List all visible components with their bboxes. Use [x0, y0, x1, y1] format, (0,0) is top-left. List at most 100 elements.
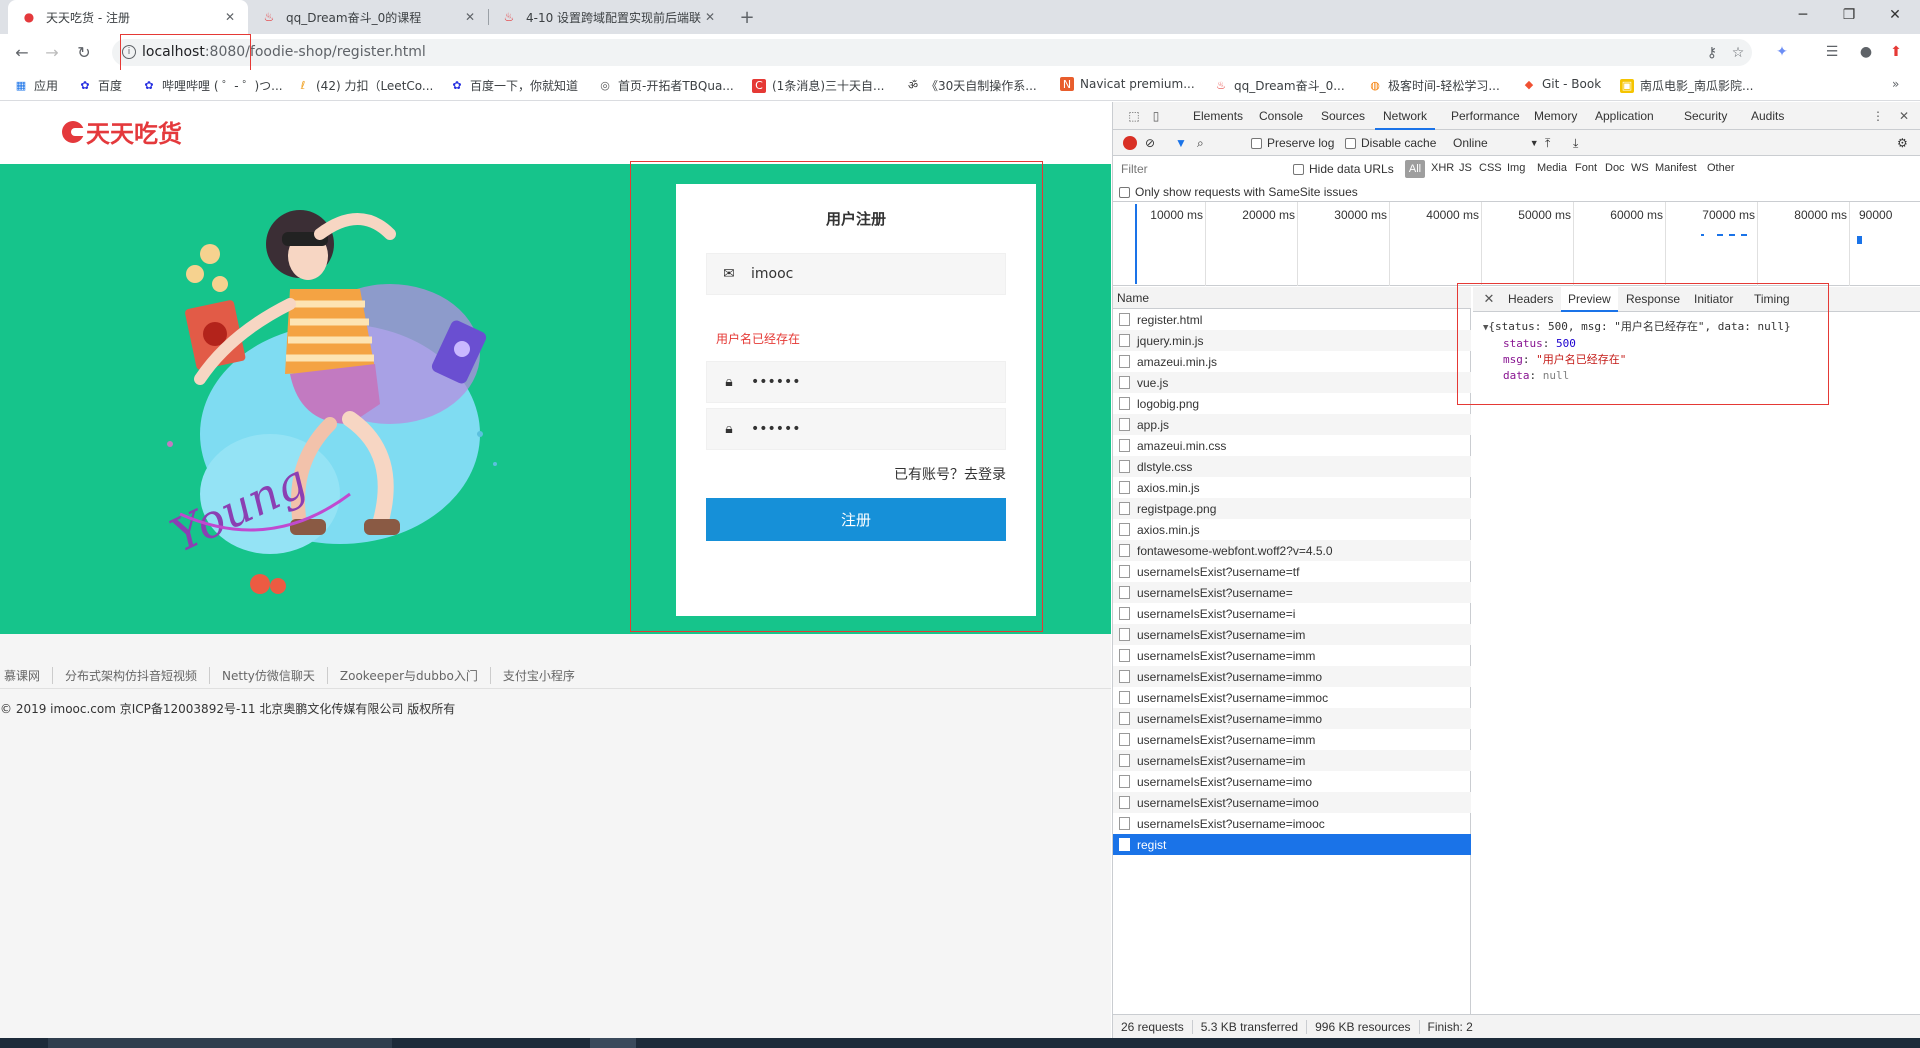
tab-network[interactable]: Network [1375, 102, 1436, 130]
filter-ws[interactable]: WS [1631, 162, 1649, 174]
tab-application[interactable]: Application [1587, 102, 1662, 130]
request-row[interactable]: usernameIsExist?username=immo [1113, 708, 1471, 729]
filter-img[interactable]: Img [1507, 162, 1525, 174]
tab-course[interactable]: ♨ qq_Dream奋斗_0的课程 ✕ [248, 0, 488, 34]
filter-media[interactable]: Media [1537, 162, 1567, 174]
checkbox-box[interactable] [1251, 137, 1262, 149]
window-close-icon[interactable]: ✕ [1872, 0, 1918, 30]
filter-doc[interactable]: Doc [1605, 162, 1625, 174]
reload-icon[interactable]: ↻ [72, 40, 96, 64]
footer-link[interactable]: 分布式架构仿抖音短视频 [53, 666, 211, 684]
request-row[interactable]: usernameIsExist?username=im [1113, 750, 1471, 771]
filter-other[interactable]: Other [1707, 162, 1735, 174]
filter-xhr[interactable]: XHR [1431, 162, 1454, 174]
close-icon[interactable]: ✕ [222, 9, 238, 25]
bookmark-git[interactable]: ◆ Git - Book [1522, 77, 1601, 91]
request-row[interactable]: usernameIsExist?username=imm [1113, 729, 1471, 750]
username-field[interactable]: ✉ imooc [706, 253, 1006, 295]
inspect-icon[interactable]: ⬚ [1125, 107, 1143, 125]
taskbar-item[interactable] [48, 1038, 392, 1048]
bookmark-geektime[interactable]: ◍ 极客时间-轻松学习... [1368, 77, 1500, 94]
export-har-icon[interactable]: ⤓ [1573, 134, 1578, 152]
request-row[interactable]: regist [1113, 834, 1471, 855]
bookmark-csdn[interactable]: C (1条消息)三十天自... [752, 77, 884, 94]
restore-icon[interactable]: ❐ [1826, 0, 1872, 30]
request-row[interactable]: amazeui.min.css [1113, 435, 1471, 456]
extension-icon[interactable]: ✦ [1772, 42, 1792, 62]
key-icon[interactable]: ⚷ [1702, 43, 1722, 63]
close-icon[interactable]: ✕ [702, 9, 718, 25]
request-row[interactable]: jquery.min.js [1113, 330, 1471, 351]
confirm-password-value[interactable]: •••••• [751, 421, 801, 437]
request-row[interactable]: dlstyle.css [1113, 456, 1471, 477]
filter-font[interactable]: Font [1575, 162, 1597, 174]
bookmark-os[interactable]: ॐ 《30天自制操作系... [906, 77, 1037, 94]
settings-gear-icon[interactable]: ⚙ [1897, 134, 1908, 152]
bookmark-bilibili[interactable]: ✿ 哔哩哔哩 ( ゜- ゜)つ... [142, 77, 282, 94]
bookmark-imooc[interactable]: ♨ qq_Dream奋斗_0... [1214, 77, 1345, 94]
request-row[interactable]: usernameIsExist?username=imo [1113, 771, 1471, 792]
confirm-password-field[interactable]: 🔒︎ •••••• [706, 408, 1006, 450]
bookmark-leetcode[interactable]: ℓ (42) 力扣（LeetCo... [296, 77, 434, 94]
checkbox-box[interactable] [1119, 186, 1130, 198]
request-row[interactable]: usernameIsExist?username=immoc [1113, 687, 1471, 708]
tab-memory[interactable]: Memory [1526, 102, 1585, 130]
star-icon[interactable]: ☆ [1728, 43, 1748, 63]
preserve-log-checkbox[interactable]: Preserve log [1251, 134, 1334, 152]
footer-link[interactable]: Zookeeper与dubbo入门 [328, 666, 491, 684]
filter-css[interactable]: CSS [1479, 162, 1502, 174]
request-row[interactable]: usernameIsExist?username=imoo [1113, 792, 1471, 813]
tab-audits[interactable]: Audits [1743, 102, 1792, 130]
bookmark-baidu[interactable]: ✿ 百度 [78, 77, 122, 94]
tab-lesson[interactable]: ♨ 4-10 设置跨域配置实现前后端联 ✕ [488, 0, 728, 34]
name-column-header[interactable]: Name [1113, 287, 1471, 309]
request-row[interactable]: usernameIsExist?username=imm [1113, 645, 1471, 666]
footer-link[interactable]: Netty仿微信聊天 [210, 666, 328, 684]
checkbox-box[interactable] [1293, 163, 1304, 175]
record-icon[interactable] [1123, 136, 1137, 150]
request-row[interactable]: fontawesome-webfont.woff2?v=4.5.0 [1113, 540, 1471, 561]
request-row[interactable]: axios.min.js [1113, 519, 1471, 540]
register-button[interactable]: 注册 [706, 498, 1006, 541]
filter-manifest[interactable]: Manifest [1655, 162, 1697, 174]
clear-icon[interactable]: ⊘ [1145, 134, 1155, 152]
device-toggle-icon[interactable]: ▯ [1147, 107, 1165, 125]
request-row[interactable]: app.js [1113, 414, 1471, 435]
taskbar-item[interactable] [590, 1038, 636, 1048]
close-devtools-icon[interactable]: ✕ [1895, 107, 1913, 125]
throttle-select[interactable]: Online ▼ [1453, 134, 1539, 152]
filter-all[interactable]: All [1405, 160, 1425, 178]
filter-input[interactable] [1119, 160, 1291, 178]
footer-link[interactable]: 支付宝小程序 [491, 667, 587, 684]
media-icon[interactable]: ☰ [1822, 42, 1842, 62]
address-bar[interactable]: i localhost:8080/foodie-shop/register.ht… [112, 39, 1752, 66]
request-row[interactable]: registpage.png [1113, 498, 1471, 519]
bookmark-nangua[interactable]: ▣ 南瓜电影_南瓜影院... [1620, 77, 1753, 94]
tab-security[interactable]: Security [1676, 102, 1735, 130]
filter-js[interactable]: JS [1459, 162, 1472, 174]
bookmark-navicat[interactable]: N Navicat premium... [1060, 77, 1195, 91]
request-row[interactable]: axios.min.js [1113, 477, 1471, 498]
request-row[interactable]: usernameIsExist?username=im [1113, 624, 1471, 645]
close-icon[interactable]: ✕ [462, 9, 478, 25]
checkbox-box[interactable] [1345, 137, 1356, 149]
request-row[interactable]: logobig.png [1113, 393, 1471, 414]
filter-icon[interactable]: ▼ [1175, 134, 1187, 152]
minimize-icon[interactable]: ─ [1780, 0, 1826, 30]
back-icon[interactable]: ← [10, 40, 34, 64]
request-row[interactable]: usernameIsExist?username=immo [1113, 666, 1471, 687]
more-options-icon[interactable]: ⋮ [1869, 107, 1887, 125]
disable-cache-checkbox[interactable]: Disable cache [1345, 134, 1436, 152]
request-row[interactable]: usernameIsExist?username=tf [1113, 561, 1471, 582]
bookmark-tbquant[interactable]: ◎ 首页-开拓者TBQua... [598, 77, 734, 94]
update-icon[interactable]: ⬆ [1886, 42, 1906, 62]
request-row[interactable]: vue.js [1113, 372, 1471, 393]
footer-link[interactable]: 慕课网 [0, 666, 54, 684]
tab-sources[interactable]: Sources [1313, 102, 1373, 130]
tab-console[interactable]: Console [1251, 102, 1311, 130]
forward-icon[interactable]: → [40, 40, 64, 64]
login-link[interactable]: 已有账号？去登录 [894, 464, 1006, 484]
request-row[interactable]: usernameIsExist?username= [1113, 582, 1471, 603]
tab-elements[interactable]: Elements [1185, 102, 1251, 130]
new-tab-icon[interactable]: + [736, 6, 758, 28]
